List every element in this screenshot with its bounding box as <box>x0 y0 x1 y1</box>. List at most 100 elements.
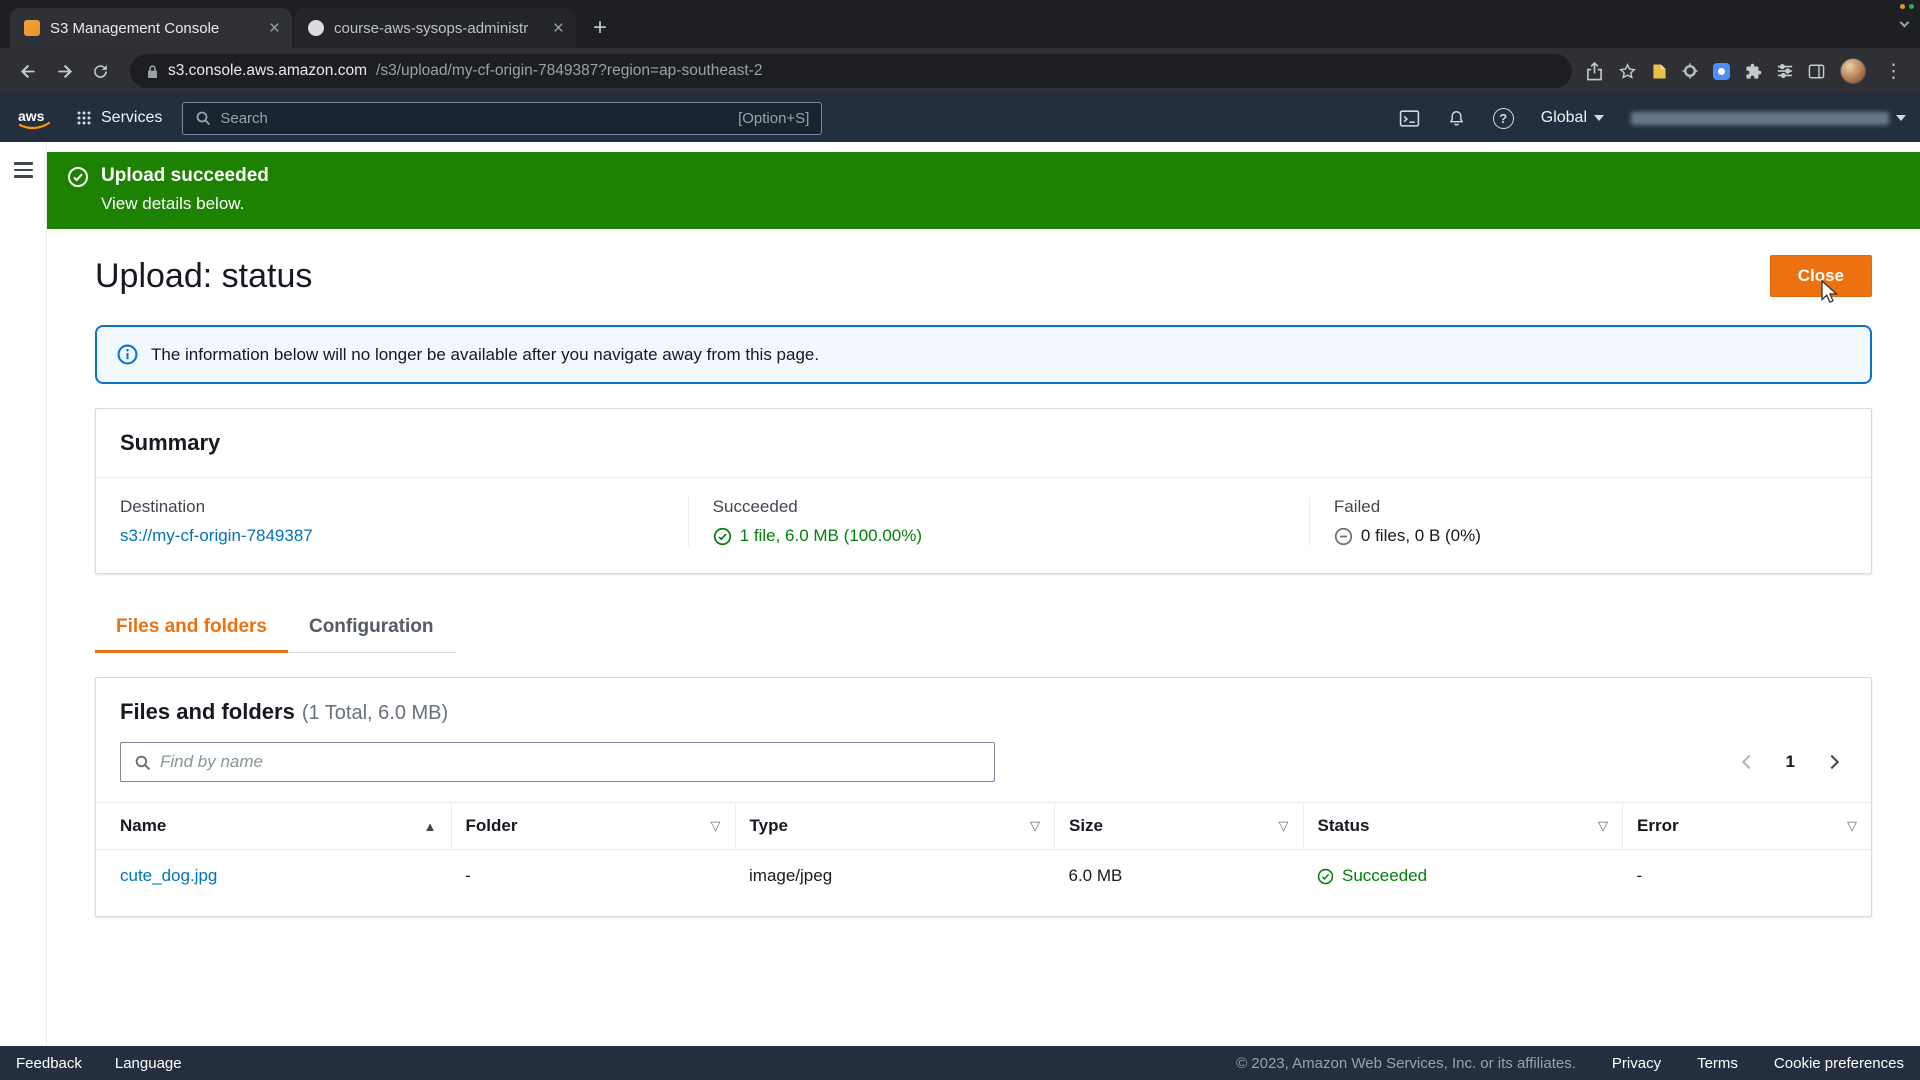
status-badge: Succeeded <box>1317 866 1609 886</box>
succeeded-label: Succeeded <box>712 497 798 516</box>
close-button[interactable]: Close <box>1769 255 1872 297</box>
page-number[interactable]: 1 <box>1786 752 1795 772</box>
profile-avatar[interactable] <box>1840 58 1866 84</box>
summary-card: Summary Destination s3://my-cf-origin-78… <box>95 408 1872 574</box>
copyright-text: © 2023, Amazon Web Services, Inc. or its… <box>1236 1054 1576 1072</box>
column-header-folder[interactable]: Folder ▽ <box>450 802 735 850</box>
table-row: cute_dog.jpg - image/jpeg 6.0 MB Succeed… <box>96 850 1871 903</box>
tab-close-icon[interactable]: × <box>551 19 566 38</box>
notifications-bell-icon[interactable] <box>1447 109 1466 128</box>
browser-tab-course[interactable]: course-aws-sysops-administr × <box>294 8 576 48</box>
column-header-type[interactable]: Type ▽ <box>734 802 1055 850</box>
files-table: Name ▲ Folder ▽ Type ▽ Size ▽ Status ▽ Error ▽… <box>96 802 1871 902</box>
info-alert: The information below will no longer be … <box>95 325 1872 384</box>
banner-subtitle: View details below. <box>101 194 245 213</box>
destination-label: Destination <box>120 497 206 516</box>
cookie-preferences-link[interactable]: Cookie preferences <box>1774 1055 1904 1072</box>
info-icon <box>117 344 138 365</box>
find-by-name-input[interactable] <box>160 752 981 772</box>
cell-folder: - <box>465 866 471 885</box>
column-filter-icon[interactable]: ▽ <box>1030 818 1040 834</box>
info-alert-text: The information below will no longer be … <box>151 344 820 364</box>
language-link[interactable]: Language <box>115 1055 182 1072</box>
aws-logo[interactable]: aws <box>14 105 56 132</box>
region-label: Global <box>1540 109 1587 126</box>
column-header-status[interactable]: Status ▽ <box>1302 802 1623 850</box>
region-selector[interactable]: Global <box>1541 109 1604 127</box>
back-arrow-icon <box>20 64 35 78</box>
svg-text:aws: aws <box>18 108 45 124</box>
summary-failed: Failed 0 files, 0 B (0%) <box>1308 497 1871 546</box>
extension-doc-icon[interactable] <box>1652 63 1667 80</box>
tab-configuration[interactable]: Configuration <box>288 616 455 653</box>
success-check-icon <box>713 527 731 545</box>
next-page-icon[interactable] <box>1824 754 1840 770</box>
console-search-input[interactable] <box>220 109 730 127</box>
console-search[interactable]: [Option+S] <box>182 101 823 135</box>
cloudshell-icon[interactable] <box>1399 108 1420 129</box>
browser-tab-strip: S3 Management Console × course-aws-sysop… <box>0 0 1920 48</box>
help-icon[interactable]: ? <box>1492 107 1514 129</box>
find-by-name-field[interactable] <box>120 742 995 782</box>
tab-search-chevron-icon[interactable] <box>1899 17 1910 27</box>
column-filter-icon[interactable]: ▽ <box>1847 818 1857 834</box>
github-favicon <box>308 20 324 36</box>
extensions-puzzle-icon[interactable] <box>1745 63 1762 80</box>
extension-camera-icon[interactable] <box>1713 62 1730 80</box>
account-name-redacted <box>1631 111 1889 125</box>
search-icon <box>196 111 211 126</box>
extension-gear-icon[interactable] <box>1682 63 1698 79</box>
tab-title: course-aws-sysops-administr <box>334 19 529 37</box>
grid-icon <box>77 111 91 125</box>
tab-files-and-folders[interactable]: Files and folders <box>95 616 288 653</box>
cell-type: image/jpeg <box>749 866 833 885</box>
sort-ascending-icon[interactable]: ▲ <box>424 819 437 834</box>
success-check-icon <box>1317 868 1334 884</box>
new-tab-button[interactable]: + <box>584 12 616 44</box>
column-header-name[interactable]: Name ▲ <box>96 802 451 850</box>
summary-succeeded: Succeeded 1 file, 6.0 MB (100.00%) <box>687 497 1309 546</box>
detail-tabs: Files and folders Configuration <box>95 616 1872 653</box>
check-circle-icon <box>68 167 88 187</box>
succeeded-value: 1 file, 6.0 MB (100.00%) <box>739 526 923 545</box>
refresh-button[interactable] <box>84 55 116 87</box>
browser-tab-s3-console[interactable]: S3 Management Console × <box>10 8 292 48</box>
column-filter-icon[interactable]: ▽ <box>711 818 721 834</box>
services-menu[interactable]: Services <box>76 109 162 127</box>
forward-arrow-icon <box>57 64 72 78</box>
destination-link[interactable]: s3://my-cf-origin-7849387 <box>120 526 313 546</box>
file-name-link[interactable]: cute_dog.jpg <box>120 866 217 885</box>
lock-icon <box>148 64 157 78</box>
refresh-icon <box>93 64 107 78</box>
column-filter-icon[interactable]: ▽ <box>1598 818 1608 834</box>
account-menu[interactable] <box>1631 111 1906 125</box>
table-header-row: Name ▲ Folder ▽ Type ▽ Size ▽ Status ▽ Error ▽ <box>96 802 1871 850</box>
previous-page-icon[interactable] <box>1741 754 1756 770</box>
terms-link[interactable]: Terms <box>1697 1055 1738 1072</box>
back-button[interactable] <box>12 55 44 87</box>
main-area: Upload succeeded View details below. Upl… <box>0 142 1920 1046</box>
column-header-size[interactable]: Size ▽ <box>1054 802 1303 850</box>
extension-sliders-icon[interactable] <box>1777 63 1793 79</box>
feedback-link[interactable]: Feedback <box>16 1055 82 1072</box>
failed-label: Failed <box>1333 497 1381 516</box>
privacy-link[interactable]: Privacy <box>1612 1055 1661 1072</box>
share-icon[interactable] <box>1586 61 1603 81</box>
aws-favicon <box>24 20 40 36</box>
browser-window: S3 Management Console × course-aws-sysop… <box>0 0 1920 1080</box>
column-filter-icon[interactable]: ▽ <box>1279 818 1289 834</box>
success-banner: Upload succeeded View details below. <box>47 152 1920 229</box>
url-path: /s3/upload/my-cf-origin-7849387?region=a… <box>376 62 763 79</box>
tab-close-icon[interactable]: × <box>267 19 282 38</box>
tab-title: S3 Management Console <box>50 19 220 37</box>
page-content: Upload: status Close The information bel… <box>47 229 1920 1046</box>
browser-toolbar: s3.console.aws.amazon.com/s3/upload/my-c… <box>0 48 1920 94</box>
column-header-error[interactable]: Error ▽ <box>1622 802 1871 850</box>
side-panel-icon[interactable] <box>1808 64 1825 79</box>
hamburger-menu-icon[interactable] <box>13 162 33 178</box>
browser-menu-icon[interactable]: ⋮ <box>1881 62 1906 81</box>
bookmark-star-icon[interactable] <box>1618 62 1637 81</box>
search-icon <box>135 755 151 770</box>
url-bar[interactable]: s3.console.aws.amazon.com/s3/upload/my-c… <box>130 54 1572 88</box>
forward-button[interactable] <box>48 55 80 87</box>
